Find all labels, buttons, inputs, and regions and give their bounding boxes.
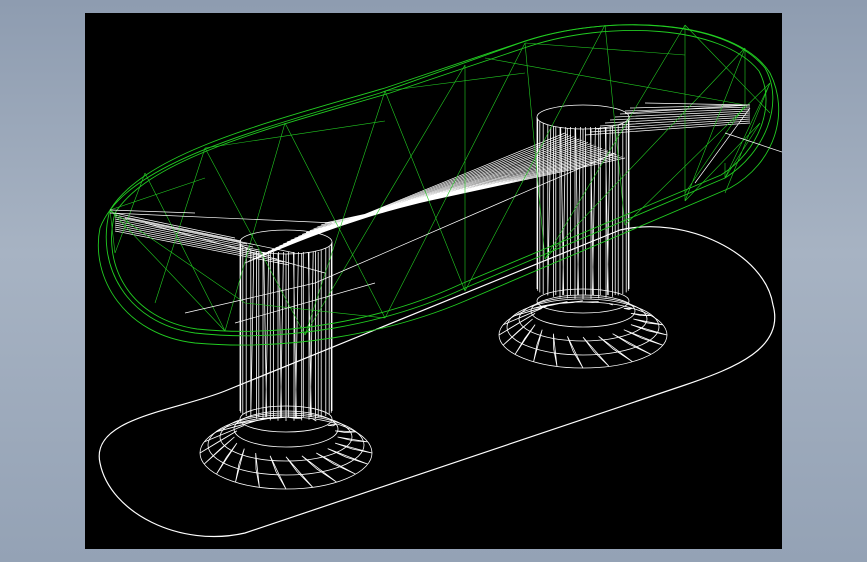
table-top: [97, 24, 780, 346]
top-edge-highlights: [109, 102, 782, 324]
base-outline: [98, 226, 776, 538]
wireframe-drawing: [97, 24, 782, 538]
right-foot: [498, 288, 668, 369]
right-column: [536, 104, 630, 299]
cad-viewport[interactable]: [85, 13, 782, 549]
